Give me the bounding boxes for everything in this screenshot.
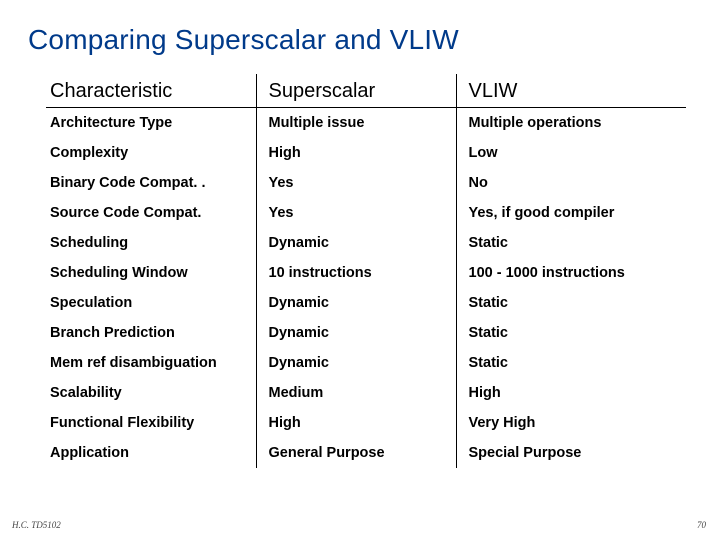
table-cell: Yes [256,168,456,198]
table-cell: Yes [256,198,456,228]
table-cell: Static [456,348,686,378]
table-row: Binary Code Compat. .YesNo [46,168,686,198]
table-cell: Static [456,228,686,258]
table-cell: No [456,168,686,198]
table-cell: Multiple issue [256,108,456,138]
table-cell: High [256,138,456,168]
table-cell: High [456,378,686,408]
table-row: ApplicationGeneral PurposeSpecial Purpos… [46,438,686,468]
table-header-row: Characteristic Superscalar VLIW [46,74,686,108]
table-cell: 100 - 1000 instructions [456,258,686,288]
table-cell: Architecture Type [46,108,256,138]
table-row: Mem ref disambiguationDynamicStatic [46,348,686,378]
table-cell: Functional Flexibility [46,408,256,438]
table-cell: Static [456,318,686,348]
table-cell: Special Purpose [456,438,686,468]
table-cell: Static [456,288,686,318]
table-cell: Dynamic [256,318,456,348]
table-cell: High [256,408,456,438]
table-cell: Speculation [46,288,256,318]
header-characteristic: Characteristic [46,74,256,108]
footer-right: 70 [697,520,706,530]
comparison-table: Characteristic Superscalar VLIW Architec… [46,74,686,468]
table-row: ScalabilityMediumHigh [46,378,686,408]
table-cell: 10 instructions [256,258,456,288]
table-cell: Binary Code Compat. . [46,168,256,198]
header-superscalar: Superscalar [256,74,456,108]
table-cell: Dynamic [256,288,456,318]
table-cell: Scheduling [46,228,256,258]
table-row: SpeculationDynamicStatic [46,288,686,318]
table-row: Architecture TypeMultiple issueMultiple … [46,108,686,138]
table-cell: General Purpose [256,438,456,468]
slide: Comparing Superscalar and VLIW Character… [0,0,720,540]
table-row: SchedulingDynamicStatic [46,228,686,258]
table-cell: Source Code Compat. [46,198,256,228]
table-row: ComplexityHighLow [46,138,686,168]
table-cell: Very High [456,408,686,438]
table-row: Functional FlexibilityHighVery High [46,408,686,438]
table-cell: Dynamic [256,348,456,378]
table-cell: Application [46,438,256,468]
table-cell: Branch Prediction [46,318,256,348]
table-cell: Scheduling Window [46,258,256,288]
header-vliw: VLIW [456,74,686,108]
table-cell: Multiple operations [456,108,686,138]
slide-title: Comparing Superscalar and VLIW [28,24,692,56]
table-cell: Scalability [46,378,256,408]
table-cell: Dynamic [256,228,456,258]
footer-left: H.C. TD5102 [12,520,61,530]
table-cell: Yes, if good compiler [456,198,686,228]
table-row: Branch PredictionDynamicStatic [46,318,686,348]
table-row: Source Code Compat.YesYes, if good compi… [46,198,686,228]
table-row: Scheduling Window10 instructions100 - 10… [46,258,686,288]
table-cell: Low [456,138,686,168]
table-cell: Complexity [46,138,256,168]
table-cell: Mem ref disambiguation [46,348,256,378]
table-cell: Medium [256,378,456,408]
